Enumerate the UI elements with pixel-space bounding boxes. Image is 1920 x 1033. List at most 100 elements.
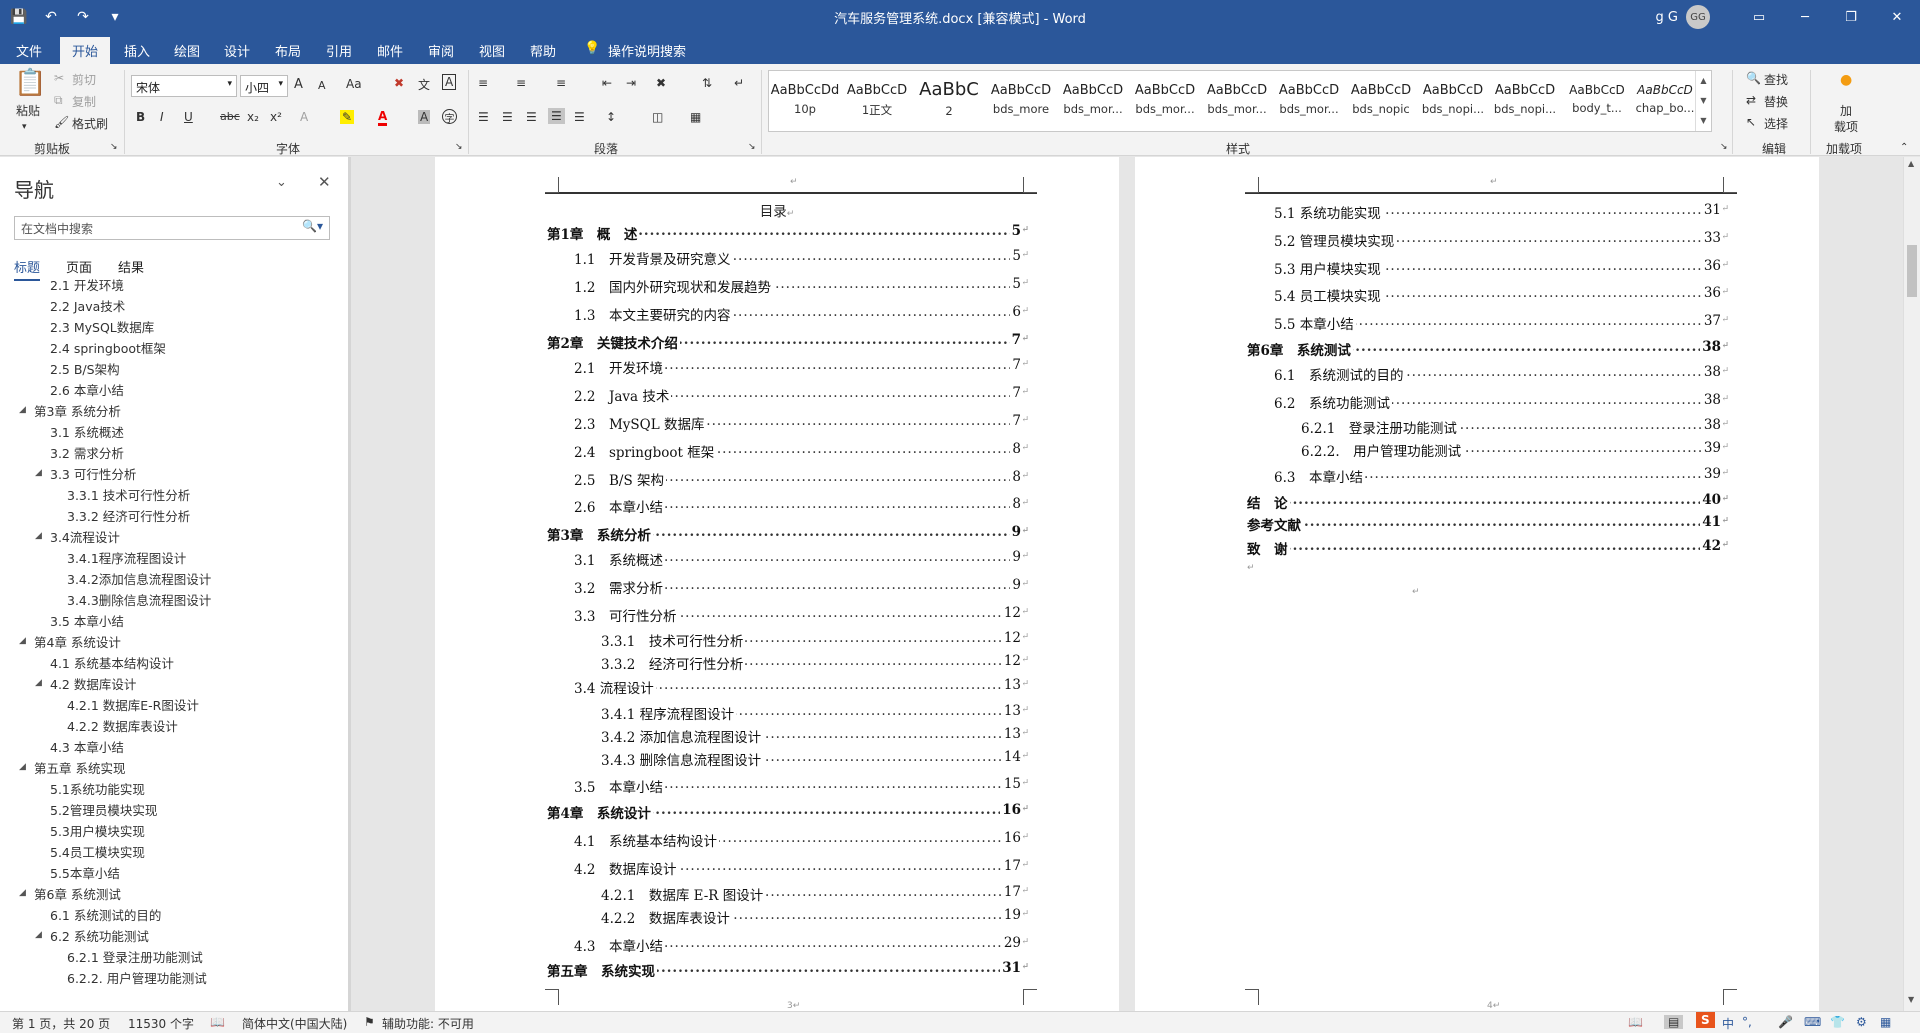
clear-formatting-icon[interactable]: ✖ [394,76,404,90]
style-item[interactable]: AaBbCcD chap_bo... [1633,71,1697,131]
vertical-scrollbar[interactable]: ▲ ▼ [1903,157,1920,1011]
paste-icon[interactable]: 📋 [14,68,46,98]
addin-icon[interactable]: ● [1840,72,1852,88]
tab-review[interactable]: 审阅 [428,41,454,60]
toc-entry[interactable]: ........................................… [1247,339,1729,359]
accessibility-status[interactable]: 辅助功能: 不可用 [382,1015,474,1032]
sort-icon[interactable]: ⇅ [702,76,712,90]
toc-entry[interactable]: ........................................… [1247,514,1729,534]
style-item[interactable]: AaBbCcDd 10p [769,71,841,131]
font-color-icon[interactable]: A [378,109,388,126]
show-marks-icon[interactable]: ↵ [734,76,744,90]
proofing-icon[interactable]: 📖 [210,1015,225,1029]
nav-tree-item[interactable]: 4.1 系统基本结构设计 [50,653,174,674]
numbering-icon[interactable]: ≡ [516,76,526,90]
increase-indent-icon[interactable]: ⇥ [626,76,636,90]
tab-insert[interactable]: 插入 [124,41,150,60]
decrease-indent-icon[interactable]: ⇤ [602,76,612,90]
toc-entry[interactable]: ........................................… [1274,364,1729,384]
format-painter-icon[interactable]: 🖌 [54,115,69,129]
chinese-layout-icon[interactable]: ✖ [656,76,666,90]
close-button[interactable]: ✕ [1874,0,1920,34]
nav-tree-item[interactable]: ◢ 3.3 可行性分析 [35,464,136,485]
nav-tree-item[interactable]: 6.2.2. 用户管理功能测试 [67,968,207,989]
nav-tree-item[interactable]: ◢ 第3章 系统分析 [19,401,121,422]
expand-triangle-icon[interactable]: ◢ [35,468,42,478]
tab-home[interactable]: 开始 [60,37,111,64]
nav-tree-item[interactable]: 5.1系统功能实现 [50,779,145,800]
nav-tree-item[interactable]: 3.5 本章小结 [50,611,124,632]
microphone-icon[interactable]: 🎤 [1778,1015,1793,1029]
nav-tree-item[interactable]: ◢ 第4章 系统设计 [19,632,121,653]
punctuation-icon[interactable]: °, [1742,1015,1752,1029]
copy-button[interactable]: 复制 [72,93,96,110]
toc-entry[interactable]: ........................................… [547,960,1029,980]
tab-draw[interactable]: 绘图 [174,41,200,60]
style-item[interactable]: AaBbCcD bds_more [985,71,1057,131]
font-launcher-icon[interactable]: ↘ [455,142,463,152]
align-left-icon[interactable]: ☰ [478,110,489,124]
nav-tree-item[interactable]: ◢ 6.2 系统功能测试 [35,926,149,947]
toc-entry[interactable]: ........................................… [574,357,1029,377]
ribbon-display-options-icon[interactable]: ▭ [1736,0,1782,34]
style-item[interactable]: AaBbCcD bds_mor... [1273,71,1345,131]
document-page[interactable]: ↵ ......................................… [1135,157,1819,1011]
toc-entry[interactable]: ........................................… [574,385,1029,405]
toc-entry[interactable]: ........................................… [601,884,1029,904]
nav-tree-item[interactable]: 2.5 B/S架构 [50,359,120,380]
nav-tree-item[interactable]: 3.1 系统概述 [50,422,124,443]
borders-icon[interactable]: ▦ [690,110,701,124]
expand-triangle-icon[interactable]: ◢ [19,636,26,646]
keyboard-icon[interactable]: ⌨ [1804,1015,1821,1029]
nav-tree-item[interactable]: 5.4员工模块实现 [50,842,145,863]
toc-entry[interactable]: ........................................… [574,304,1029,324]
nav-tree-item[interactable]: 6.1 系统测试的目的 [50,905,161,926]
nav-tree-item[interactable]: ◢ 第五章 系统实现 [19,758,125,779]
justify-icon[interactable]: ☰ [548,108,565,124]
toc-entry[interactable]: ........................................… [574,469,1029,489]
subscript-button[interactable]: x₂ [247,110,259,124]
nav-tree-item[interactable]: 2.6 本章小结 [50,380,124,401]
toc-entry[interactable]: ........................................… [1301,440,1729,460]
toc-entry[interactable]: ........................................… [574,605,1029,625]
style-item[interactable]: AaBbCcD bds_nopic [1345,71,1417,131]
paste-button[interactable]: 粘贴 [16,102,40,119]
expand-triangle-icon[interactable]: ◢ [35,678,42,688]
print-layout-icon[interactable]: ▤ [1664,1015,1684,1029]
scroll-thumb[interactable] [1907,245,1917,297]
toc-entry[interactable]: ........................................… [601,907,1029,927]
close-icon[interactable]: ✕ [318,173,331,191]
bold-button[interactable]: B [136,110,145,124]
search-icon[interactable]: 🔍 [1746,71,1761,85]
toc-entry[interactable]: ........................................… [1301,417,1729,437]
skin-icon[interactable]: 👕 [1830,1015,1845,1029]
search-icon[interactable]: 🔍▾ [302,219,323,233]
highlight-color-icon[interactable]: ✎ [340,110,355,124]
toc-entry[interactable]: ........................................… [574,677,1029,697]
enclose-characters-icon[interactable]: 字 [442,109,457,125]
toc-entry[interactable]: ........................................… [574,935,1029,955]
page-count[interactable]: 第 1 页，共 20 页 [12,1015,110,1032]
paragraph-launcher-icon[interactable]: ↘ [748,142,756,152]
toc-entry[interactable]: ........................................… [601,653,1029,673]
multilevel-list-icon[interactable]: ≡ [556,76,566,90]
expand-triangle-icon[interactable]: ◢ [35,930,42,940]
style-item[interactable]: AaBbCcD bds_mor... [1057,71,1129,131]
nav-tree-item[interactable]: 3.2 需求分析 [50,443,124,464]
nav-tree-item[interactable]: 4.2.2 数据库表设计 [67,716,178,737]
copy-icon[interactable]: ⧉ [54,93,63,108]
collapse-ribbon-icon[interactable]: ⌃ [1900,142,1908,153]
align-right-icon[interactable]: ☰ [526,110,537,124]
shading-icon[interactable]: ◫ [652,110,663,124]
superscript-button[interactable]: x² [270,110,282,124]
clipboard-launcher-icon[interactable]: ↘ [110,142,118,152]
paste-dropdown-icon[interactable]: ▾ [22,122,27,132]
nav-tree-item[interactable]: 5.5本章小结 [50,863,120,884]
load-addin-button-bottom[interactable]: 载项 [1834,118,1858,135]
nav-tree-item[interactable]: 3.4.2添加信息流程图设计 [67,569,211,590]
avatar[interactable]: GG [1686,5,1710,29]
toc-entry[interactable]: ........................................… [1274,466,1729,486]
toc-entry[interactable]: ........................................… [1274,202,1729,222]
toc-entry[interactable]: ........................................… [1247,492,1729,512]
toc-entry[interactable]: ........................................… [601,630,1029,650]
